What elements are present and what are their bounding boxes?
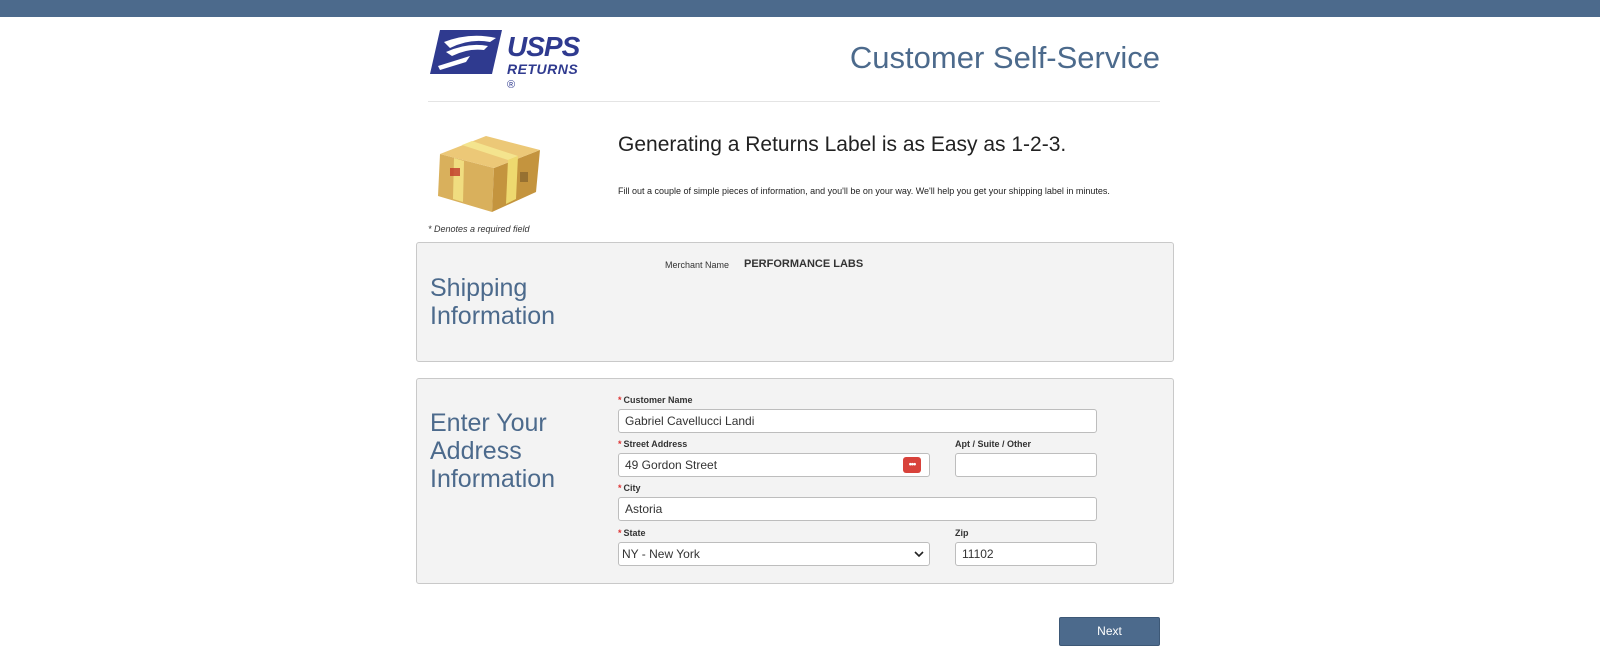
city-label: * City [618, 483, 641, 493]
address-information-panel: Enter Your Address Information * Customer… [416, 378, 1174, 584]
package-box-image [438, 136, 540, 212]
usps-eagle-icon [430, 30, 502, 74]
street-address-label: * Street Address [618, 439, 688, 449]
next-button[interactable]: Next [1059, 617, 1160, 646]
logo-wordmark: USPS RETURNS ® [507, 32, 590, 92]
merchant-name-label: Merchant Name [665, 260, 730, 270]
usps-returns-logo[interactable]: USPS RETURNS ® [430, 28, 590, 91]
merchant-name-value: PERFORMANCE LABS [744, 258, 864, 270]
shipping-information-panel: Shipping Information Merchant Name PERFO… [416, 242, 1174, 362]
logo-returns-text: RETURNS ® [507, 61, 579, 91]
customer-name-input[interactable]: Gabriel Cavellucci Landi [618, 409, 1097, 433]
state-select[interactable]: NY - New York [618, 542, 930, 566]
top-bar [0, 0, 1600, 17]
customer-name-label: * Customer Name [618, 395, 693, 405]
logo-usps-text: USPS [507, 31, 580, 62]
street-address-input[interactable]: 49 Gordon Street ••• [618, 453, 930, 477]
zip-input[interactable]: 11102 [955, 542, 1097, 566]
chevron-down-icon [914, 551, 924, 558]
intro-subline: Fill out a couple of simple pieces of in… [618, 186, 1110, 196]
required-field-note: * Denotes a required field [428, 224, 530, 234]
zip-label: Zip [955, 528, 969, 538]
page-title: Customer Self-Service [849, 40, 1160, 75]
shipping-heading: Shipping Information [430, 274, 556, 330]
state-label: * State [618, 528, 646, 538]
apt-suite-label: Apt / Suite / Other [955, 439, 1032, 449]
city-input[interactable]: Astoria [618, 497, 1097, 521]
header-divider [428, 101, 1160, 102]
apt-suite-input[interactable] [955, 453, 1097, 477]
password-manager-icon[interactable]: ••• [903, 457, 921, 473]
intro-headline: Generating a Returns Label is as Easy as… [618, 133, 1067, 156]
address-heading: Enter Your Address Information [430, 409, 556, 493]
